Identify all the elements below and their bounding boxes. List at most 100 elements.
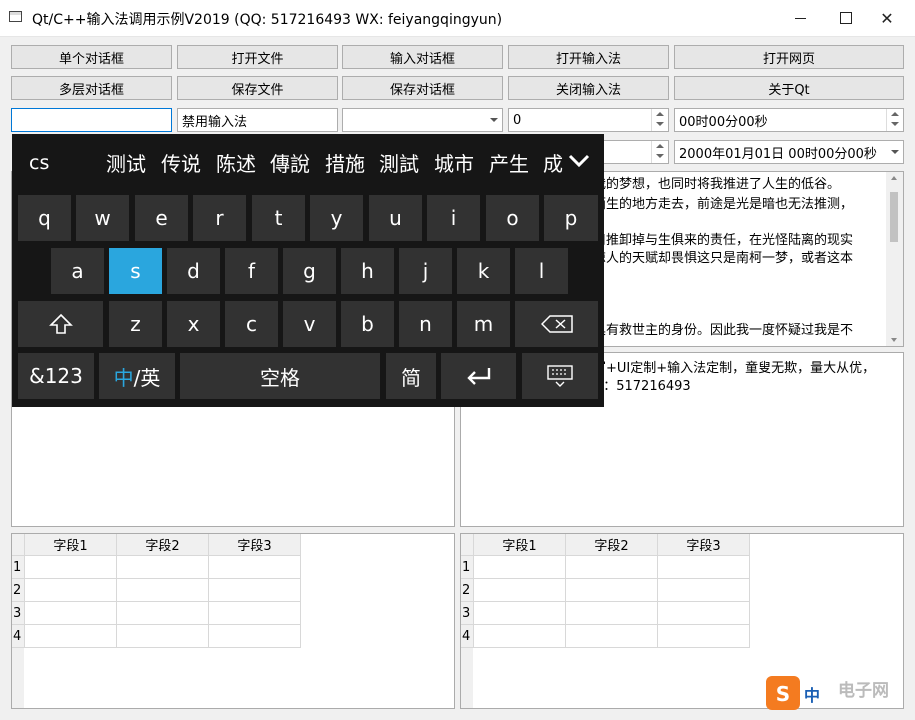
key-m[interactable]: m bbox=[457, 301, 510, 347]
key-g[interactable]: g bbox=[283, 248, 336, 294]
single-dialog-button[interactable]: 单个对话框 bbox=[11, 45, 172, 69]
table-cell[interactable] bbox=[208, 624, 301, 648]
row-header[interactable]: 3 bbox=[12, 601, 25, 625]
candidate-item[interactable]: 城市 bbox=[434, 148, 474, 177]
scroll-down-icon[interactable] bbox=[891, 338, 897, 342]
double-spin-arrows[interactable] bbox=[651, 141, 668, 163]
table-cell[interactable] bbox=[565, 624, 658, 648]
backspace-key[interactable] bbox=[515, 301, 598, 347]
vertical-scrollbar[interactable] bbox=[886, 172, 903, 346]
save-dialog-button[interactable]: 保存对话框 bbox=[342, 76, 503, 100]
table-cell[interactable] bbox=[208, 578, 301, 602]
shift-key[interactable] bbox=[18, 301, 103, 347]
key-n[interactable]: n bbox=[399, 301, 452, 347]
key-f[interactable]: f bbox=[225, 248, 278, 294]
candidate-item[interactable]: 测试 bbox=[106, 148, 146, 177]
table-cell[interactable] bbox=[116, 555, 209, 579]
candidate-item[interactable]: 成 bbox=[543, 148, 563, 177]
symbols-key[interactable]: &123 bbox=[18, 353, 94, 399]
key-l[interactable]: l bbox=[515, 248, 568, 294]
table-cell[interactable] bbox=[24, 578, 117, 602]
close-ime-button[interactable]: 关闭输入法 bbox=[508, 76, 669, 100]
datetime-edit[interactable]: 2000年01月01日 00时00分00秒 bbox=[674, 140, 904, 164]
left-table[interactable]: 字段1 字段2 字段3 1 2 3 4 bbox=[11, 533, 455, 709]
table-cell[interactable] bbox=[116, 601, 209, 625]
table-cell[interactable] bbox=[116, 624, 209, 648]
key-b[interactable]: b bbox=[341, 301, 394, 347]
chevron-down-icon[interactable] bbox=[568, 153, 590, 169]
key-s[interactable]: s bbox=[109, 248, 162, 294]
table-cell[interactable] bbox=[24, 624, 117, 648]
key-a[interactable]: a bbox=[51, 248, 104, 294]
spin-arrows[interactable] bbox=[651, 109, 668, 131]
spin-box[interactable]: 0 bbox=[508, 108, 669, 132]
space-key[interactable]: 空格 bbox=[180, 353, 380, 399]
table-cell[interactable] bbox=[473, 555, 566, 579]
column-header[interactable]: 字段2 bbox=[565, 534, 658, 556]
row-header[interactable]: 2 bbox=[12, 578, 25, 602]
time-edit[interactable]: 00时00分00秒 bbox=[674, 108, 904, 132]
column-header[interactable]: 字段1 bbox=[473, 534, 566, 556]
table-cell[interactable] bbox=[657, 578, 750, 602]
key-w[interactable]: w bbox=[76, 195, 129, 241]
column-header[interactable]: 字段2 bbox=[116, 534, 209, 556]
table-cell[interactable] bbox=[565, 555, 658, 579]
candidate-item[interactable]: 产生 bbox=[489, 148, 529, 177]
hide-keyboard-key[interactable] bbox=[522, 353, 598, 399]
table-cell[interactable] bbox=[657, 624, 750, 648]
open-file-button[interactable]: 打开文件 bbox=[177, 45, 338, 69]
key-v[interactable]: v bbox=[283, 301, 336, 347]
simplified-key[interactable]: 简 bbox=[386, 353, 436, 399]
column-header[interactable]: 字段3 bbox=[657, 534, 750, 556]
key-e[interactable]: e bbox=[135, 195, 188, 241]
table-cell[interactable] bbox=[565, 601, 658, 625]
key-u[interactable]: u bbox=[369, 195, 422, 241]
close-button[interactable]: ✕ bbox=[864, 0, 910, 36]
lang-toggle-key[interactable]: 中/英 bbox=[99, 353, 175, 399]
candidate-item[interactable]: 措施 bbox=[325, 148, 365, 177]
save-file-button[interactable]: 保存文件 bbox=[177, 76, 338, 100]
time-spin-arrows[interactable] bbox=[886, 109, 903, 131]
key-y[interactable]: y bbox=[310, 195, 363, 241]
key-x[interactable]: x bbox=[167, 301, 220, 347]
key-z[interactable]: z bbox=[109, 301, 162, 347]
maximize-button[interactable] bbox=[823, 0, 869, 36]
candidate-item[interactable]: 传说 bbox=[161, 148, 201, 177]
column-header[interactable]: 字段3 bbox=[208, 534, 301, 556]
table-cell[interactable] bbox=[208, 601, 301, 625]
key-i[interactable]: i bbox=[427, 195, 480, 241]
table-cell[interactable] bbox=[208, 555, 301, 579]
input-dialog-button[interactable]: 输入对话框 bbox=[342, 45, 503, 69]
row-header[interactable]: 4 bbox=[12, 624, 25, 648]
about-qt-button[interactable]: 关于Qt bbox=[674, 76, 904, 100]
table-cell[interactable] bbox=[24, 555, 117, 579]
key-r[interactable]: r bbox=[193, 195, 246, 241]
row-header[interactable]: 4 bbox=[461, 624, 474, 648]
key-h[interactable]: h bbox=[341, 248, 394, 294]
table-cell[interactable] bbox=[657, 555, 750, 579]
table-cell[interactable] bbox=[24, 601, 117, 625]
row-header[interactable]: 3 bbox=[461, 601, 474, 625]
key-p[interactable]: p bbox=[544, 195, 598, 241]
key-k[interactable]: k bbox=[457, 248, 510, 294]
text-input[interactable] bbox=[11, 108, 172, 132]
row-header[interactable]: 1 bbox=[12, 555, 25, 579]
candidate-item[interactable]: 測試 bbox=[379, 148, 419, 177]
minimize-button[interactable] bbox=[777, 0, 823, 36]
table-cell[interactable] bbox=[657, 601, 750, 625]
key-o[interactable]: o bbox=[486, 195, 539, 241]
key-t[interactable]: t bbox=[252, 195, 305, 241]
disabled-ime-input[interactable]: 禁用输入法 bbox=[177, 108, 338, 132]
enter-key[interactable] bbox=[441, 353, 516, 399]
scrollbar-thumb[interactable] bbox=[890, 192, 898, 242]
table-cell[interactable] bbox=[473, 578, 566, 602]
combo-box[interactable] bbox=[342, 108, 503, 132]
table-cell[interactable] bbox=[473, 624, 566, 648]
candidate-item[interactable]: 陈述 bbox=[216, 148, 256, 177]
key-c[interactable]: c bbox=[225, 301, 278, 347]
table-cell[interactable] bbox=[473, 601, 566, 625]
key-d[interactable]: d bbox=[167, 248, 220, 294]
table-cell[interactable] bbox=[116, 578, 209, 602]
candidate-item[interactable]: 傳說 bbox=[270, 148, 310, 177]
table-cell[interactable] bbox=[565, 578, 658, 602]
